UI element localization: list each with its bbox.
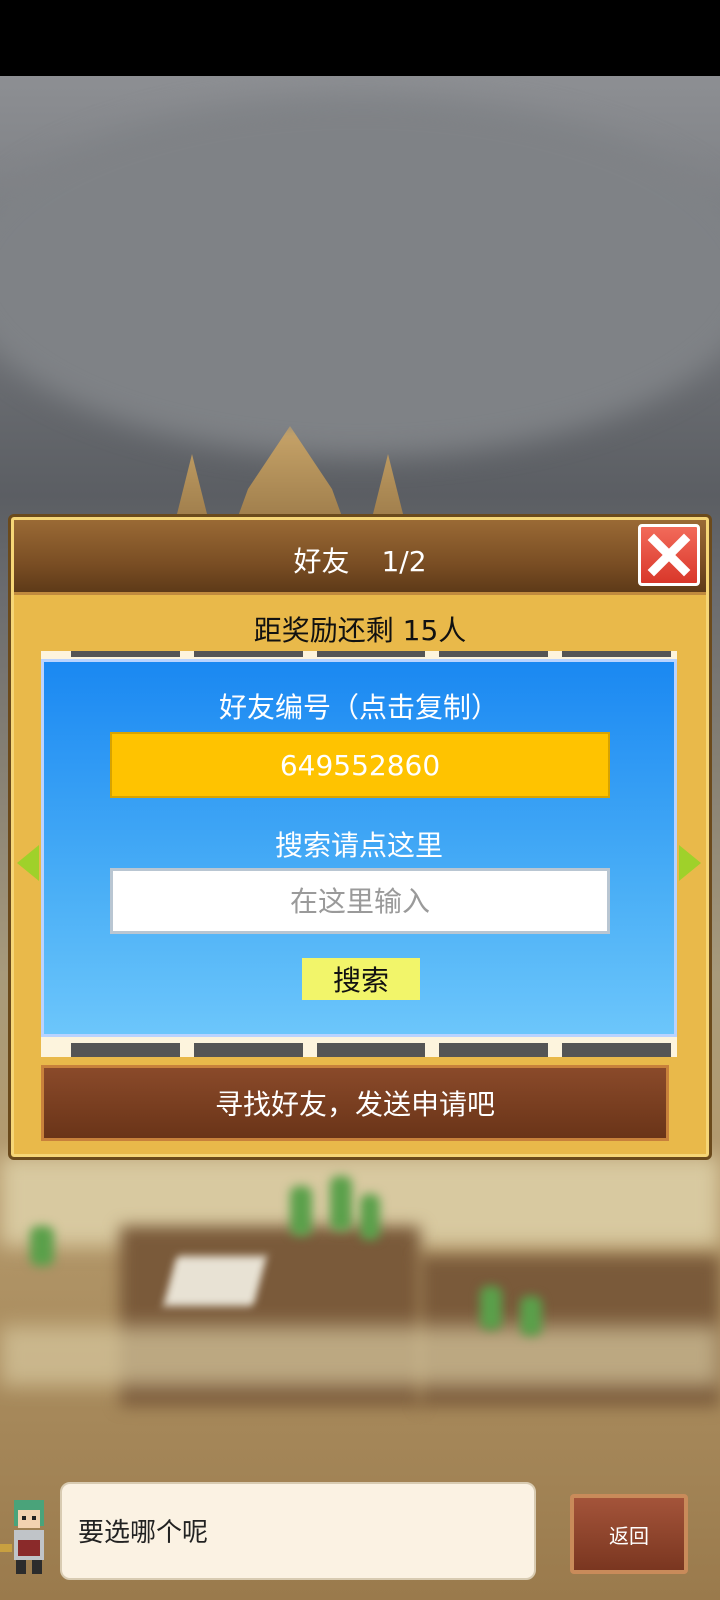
dialog-title-text: 好友	[293, 545, 350, 578]
page-indicator: 1/2	[381, 545, 427, 578]
tent-image	[163, 1256, 267, 1306]
status-bar	[0, 0, 720, 76]
avatar	[0, 1484, 58, 1580]
tab-strip-bottom	[71, 1043, 671, 1057]
dialog-title: 好友 1/2	[14, 540, 706, 580]
search-input[interactable]	[110, 868, 610, 934]
next-page-arrow-icon[interactable]	[679, 845, 701, 881]
close-button[interactable]	[638, 524, 700, 586]
character-avatar-icon	[0, 1500, 44, 1574]
friend-id-label: 好友编号（点击复制）	[218, 691, 499, 724]
friend-id-copy-button[interactable]: 649552860	[110, 732, 610, 798]
close-icon	[647, 533, 691, 577]
speech-bubble: 要选哪个呢	[60, 1482, 536, 1580]
back-button[interactable]: 返回	[570, 1494, 688, 1574]
friends-dialog: 好友 1/2 距奖励还剩 15人 好友编号（点击复制） 649552860 搜索请…	[8, 514, 712, 1160]
dialog-header: 好友 1/2	[14, 520, 706, 595]
prev-page-arrow-icon[interactable]	[17, 845, 39, 881]
speech-text: 要选哪个呢	[78, 1518, 209, 1548]
friend-card: 好友编号（点击复制） 649552860 搜索请点这里 搜索	[41, 659, 677, 1037]
find-friends-button[interactable]: 寻找好友，发送申请吧	[41, 1065, 669, 1141]
reward-remaining-text: 距奖励还剩 15人	[253, 614, 467, 647]
search-label: 搜索请点这里	[274, 829, 443, 862]
search-button[interactable]: 搜索	[302, 958, 420, 1000]
friend-card-frame: 好友编号（点击复制） 649552860 搜索请点这里 搜索	[17, 651, 701, 1057]
friend-id-value: 649552860	[279, 748, 441, 782]
tab-strip-top	[71, 651, 671, 657]
